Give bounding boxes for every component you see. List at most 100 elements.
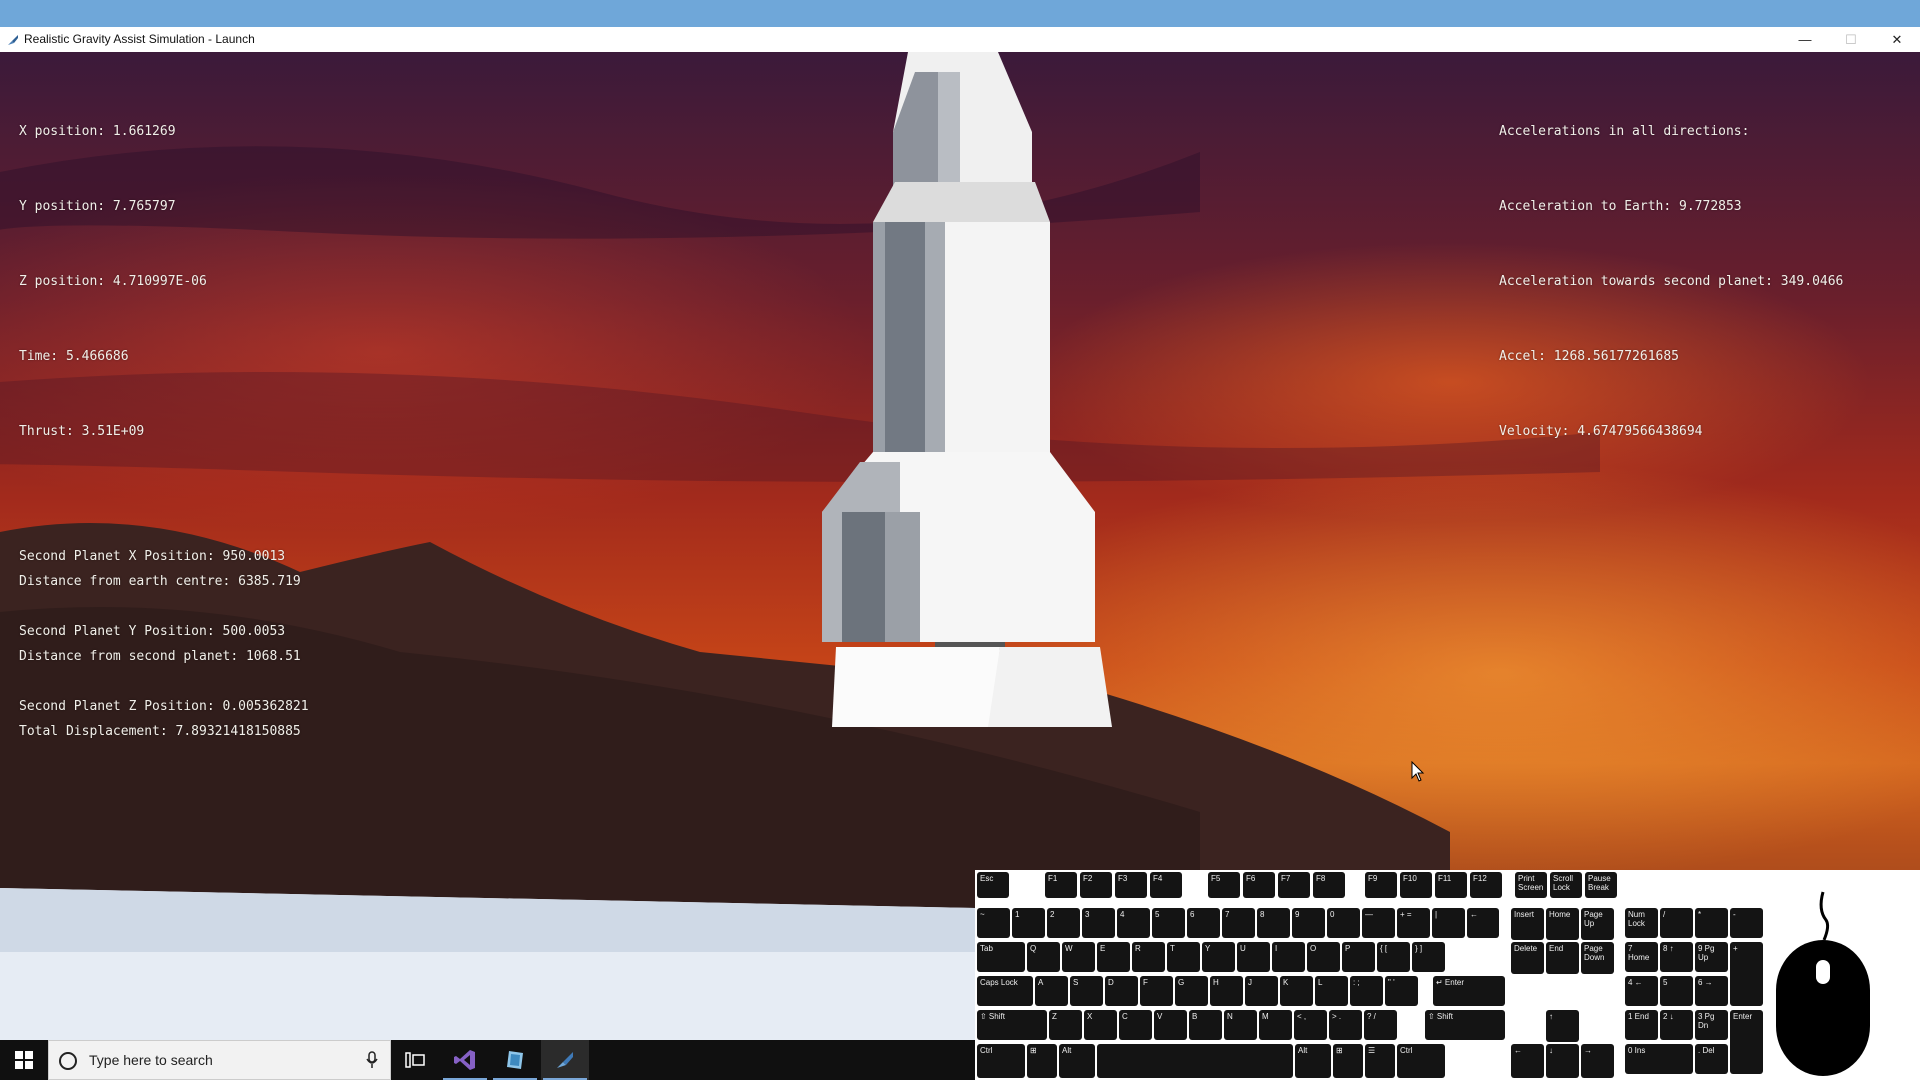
key-num-8: 8 [1257, 908, 1290, 938]
key-2-shift: X [1084, 1010, 1117, 1040]
hud-velocity: Velocity: 4.67479566438694 [1499, 424, 1703, 439]
hud-x-position: X position: 1.661269 [19, 124, 176, 139]
key-num-9: 9 [1292, 908, 1325, 938]
hud-time: Time: 5.466686 [19, 349, 129, 364]
key-4-qwerty: R [1132, 942, 1165, 972]
key-f11: F11 [1435, 872, 1467, 898]
key-6-shift: N [1224, 1010, 1257, 1040]
key-numpad-0: Num Lock [1625, 908, 1658, 938]
key-f8: F8 [1313, 872, 1345, 898]
hud-planet-z: Second Planet Z Position: 0.005362821 [19, 699, 309, 714]
key-insert: Insert [1511, 908, 1544, 940]
key-num-4: 4 [1117, 908, 1150, 938]
key-numpad-13: 3 Pg Dn [1695, 1010, 1728, 1040]
key-numpad-6: 9 Pg Up [1695, 942, 1728, 972]
mouse-overlay-icon [1776, 891, 1870, 1076]
key-f3: F3 [1115, 872, 1147, 898]
visual-studio-icon [454, 1050, 475, 1070]
taskbar-search-box[interactable]: Type here to search [48, 1040, 391, 1080]
key-6-home: H [1210, 976, 1243, 1006]
key-1-home: A [1035, 976, 1068, 1006]
key-space [1097, 1044, 1293, 1078]
microphone-icon[interactable] [366, 1051, 378, 1069]
key-left-ctrl: Ctrl [977, 1044, 1025, 1078]
key-scroll-lock: Scroll Lock [1550, 872, 1582, 898]
window-titlebar[interactable]: Realistic Gravity Assist Simulation - La… [0, 27, 1920, 53]
mouse-cursor-icon [1411, 761, 1425, 782]
key-8-home: K [1280, 976, 1313, 1006]
key-4-home: F [1140, 976, 1173, 1006]
hud-y-position: Y position: 7.765797 [19, 199, 176, 214]
key-f9: F9 [1365, 872, 1397, 898]
key-num-14: ← [1467, 908, 1499, 938]
unity-icon [507, 1051, 523, 1069]
key-home: Home [1546, 908, 1579, 940]
key-9-home: L [1315, 976, 1348, 1006]
key-left-shift: ⇧ Shift [977, 1010, 1047, 1040]
key-4-shift: V [1154, 1010, 1187, 1040]
windows-logo-icon [15, 1051, 33, 1069]
task-view-button[interactable] [391, 1040, 439, 1080]
key-numpad-1: / [1660, 908, 1693, 938]
key-2-home: S [1070, 976, 1103, 1006]
taskbar-simulation-app[interactable] [541, 1040, 589, 1080]
key-tab: Tab [977, 942, 1025, 972]
rocket-model [822, 52, 1112, 727]
key-7-qwerty: U [1237, 942, 1270, 972]
key-f5: F5 [1208, 872, 1240, 898]
maximize-button[interactable]: ☐ [1828, 27, 1874, 52]
key-arrow-up: ↑ [1546, 1010, 1579, 1042]
hud-thrust: Thrust: 3.51E+09 [19, 424, 145, 439]
window-title: Realistic Gravity Assist Simulation - La… [24, 32, 255, 46]
cortana-icon [59, 1052, 77, 1070]
key-5-shift: B [1189, 1010, 1222, 1040]
taskbar-visual-studio[interactable] [441, 1040, 489, 1080]
desktop-top-strip [0, 0, 1920, 27]
hud-planet-y: Second Planet Y Position: 500.0053 [19, 624, 286, 639]
key-num-0: ~ [977, 908, 1010, 938]
key-numpad-2: * [1695, 908, 1728, 938]
key-f10: F10 [1400, 872, 1432, 898]
key-num-11: — [1362, 908, 1395, 938]
key-2-qwerty: W [1062, 942, 1095, 972]
key-12-qwerty: } ] [1412, 942, 1445, 972]
minimize-button[interactable]: — [1782, 27, 1828, 52]
key-esc: Esc [977, 872, 1009, 898]
key-8-shift: < , [1294, 1010, 1327, 1040]
windows-taskbar: Type here to search [0, 1040, 975, 1080]
hud-accel: Accel: 1268.56177261685 [1499, 349, 1680, 364]
key-page-down: Page Down [1581, 942, 1614, 974]
key-left-win: ⊞ [1027, 1044, 1057, 1078]
key-numpad-12: 2 ↓ [1660, 1010, 1693, 1040]
key-10-home: : ; [1350, 976, 1383, 1006]
key-caps-lock: Caps Lock [977, 976, 1033, 1006]
taskbar-unity[interactable] [491, 1040, 539, 1080]
key-num-5: 5 [1152, 908, 1185, 938]
key-num-3: 3 [1082, 908, 1115, 938]
key-num-10: 0 [1327, 908, 1360, 938]
app-rocket-icon [8, 35, 18, 45]
simulation-app-icon [557, 1052, 573, 1068]
key-arrow-left: ← [1511, 1044, 1544, 1078]
key-f7: F7 [1278, 872, 1310, 898]
key-arrow-down: ↓ [1546, 1044, 1579, 1078]
key-9-qwerty: O [1307, 942, 1340, 972]
key-7-shift: M [1259, 1010, 1292, 1040]
key-right-shift: ⇧ Shift [1425, 1010, 1505, 1040]
key-right-ctrl: Ctrl [1397, 1044, 1445, 1078]
hud-planet-x: Second Planet X Position: 950.0013 [19, 549, 286, 564]
key-f1: F1 [1045, 872, 1077, 898]
key-num-6: 6 [1187, 908, 1220, 938]
key-f4: F4 [1150, 872, 1182, 898]
key-numpad-10: 6 → [1695, 976, 1728, 1006]
key-10-shift: ? / [1364, 1010, 1397, 1040]
start-button[interactable] [0, 1040, 48, 1080]
key-enter: ↵ Enter [1433, 976, 1505, 1006]
key-11-qwerty: { [ [1377, 942, 1410, 972]
key-num-13: | [1432, 908, 1465, 938]
close-button[interactable]: ✕ [1874, 27, 1920, 52]
hud-accel-earth: Acceleration to Earth: 9.772853 [1499, 199, 1742, 214]
key-numpad-3: - [1730, 908, 1763, 938]
hud-accel-planet: Acceleration towards second planet: 349.… [1499, 274, 1844, 289]
key-left-alt: Alt [1059, 1044, 1095, 1078]
